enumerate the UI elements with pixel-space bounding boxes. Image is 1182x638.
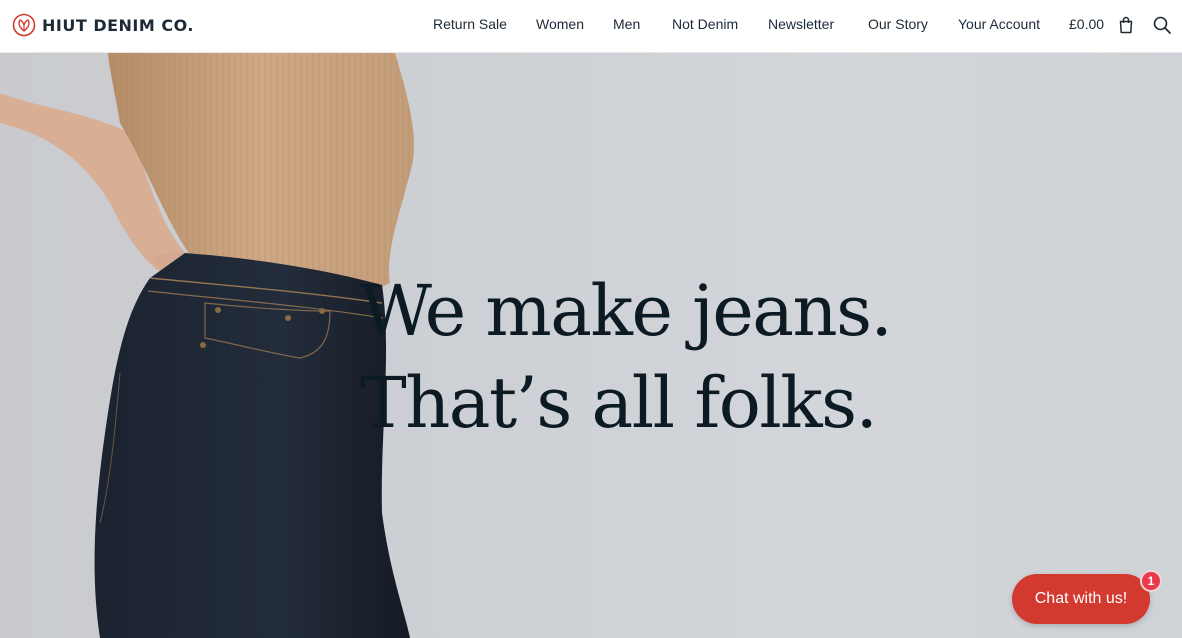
shopping-bag-icon[interactable]: [1116, 15, 1136, 35]
hero-line-2: That’s all folks.: [360, 362, 878, 444]
main-nav: Return Sale Women Men Not Denim Newslett…: [0, 0, 1182, 53]
hero-line-1: We make jeans.: [360, 270, 893, 352]
hero-banner: We make jeans. That’s all folks.: [0, 53, 1182, 638]
chat-button[interactable]: Chat with us!: [1012, 574, 1150, 624]
nav-your-account[interactable]: Your Account: [958, 16, 1040, 32]
nav-women[interactable]: Women: [536, 16, 584, 32]
hero-headline: We make jeans. That’s all folks.: [360, 265, 893, 449]
nav-men[interactable]: Men: [613, 16, 640, 32]
nav-newsletter[interactable]: Newsletter: [768, 16, 834, 32]
site-header: HIUT DENIM CO. Return Sale Women Men Not…: [0, 0, 1182, 53]
nav-not-denim[interactable]: Not Denim: [672, 16, 738, 32]
nav-our-story[interactable]: Our Story: [868, 16, 928, 32]
cart-total[interactable]: £0.00: [1069, 16, 1104, 32]
nav-return-sale[interactable]: Return Sale: [433, 16, 507, 32]
search-icon[interactable]: [1152, 15, 1172, 35]
chat-notification-badge: 1: [1140, 570, 1162, 592]
